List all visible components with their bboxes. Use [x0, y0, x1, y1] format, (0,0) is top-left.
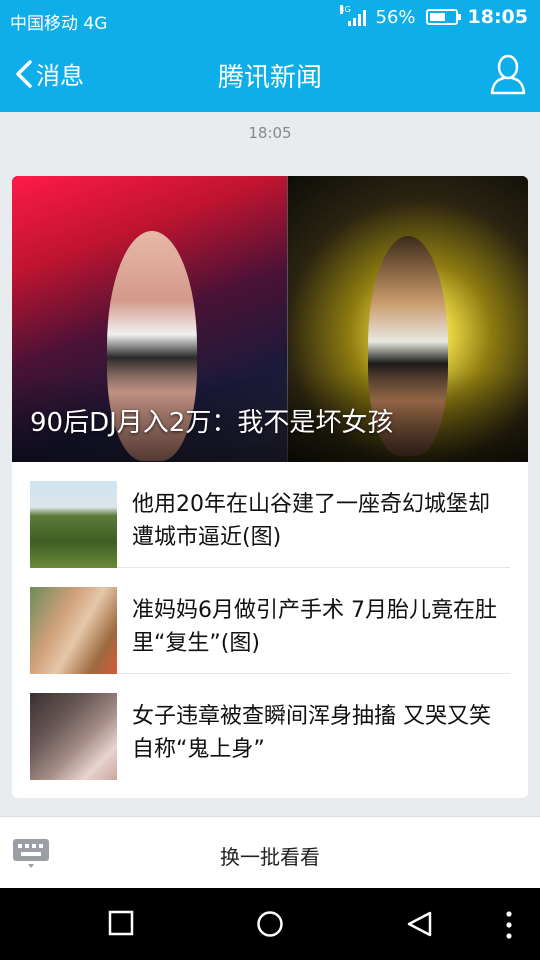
hero-article[interactable]: 90后DJ月入2万：我不是坏女孩	[12, 176, 528, 462]
battery-percent: 56%	[375, 6, 416, 28]
list-item-title: 准妈妈6月做引产手术 7月胎儿竟在肚里“复生”(图)	[132, 598, 497, 656]
list-item[interactable]: 他用20年在山谷建了一座奇幻城堡却遭城市逼近(图)	[30, 462, 510, 568]
page-title: 腾讯新闻	[217, 63, 322, 93]
list-item-title: 他用20年在山谷建了一座奇幻城堡却遭城市逼近(图)	[132, 492, 490, 550]
top-nav-bar: 消息 腾讯新闻	[0, 38, 540, 112]
news-card: 90后DJ月入2万：我不是坏女孩 他用20年在山谷建了一座奇幻城堡却遭城市逼近(…	[12, 176, 528, 798]
battery-icon	[425, 9, 461, 25]
signal-icon: 4G	[339, 5, 366, 26]
thumbnail-image	[30, 587, 117, 674]
hero-headline: 90后DJ月入2万：我不是坏女孩	[30, 408, 394, 438]
message-timestamp: 18:05	[248, 124, 292, 142]
clock: 18:05	[467, 6, 528, 28]
square-icon[interactable]	[108, 910, 134, 936]
network-badge: 4G	[339, 5, 351, 14]
system-nav-bar	[0, 888, 540, 960]
thumbnail-image	[30, 481, 117, 568]
carrier-label: 中国移动 4G	[10, 14, 108, 34]
status-icons: 4G 56% 18:05	[339, 5, 528, 28]
list-item[interactable]: 女子违章被查瞬间浑身抽搐 又哭又笑自称“鬼上身”	[30, 674, 510, 780]
user-icon	[490, 54, 526, 95]
bottom-bar: 换一批看看	[0, 816, 540, 888]
more-dots-icon[interactable]	[504, 910, 514, 940]
status-bar: 中国移动 4G 4G 56% 18:05	[0, 0, 540, 38]
profile-button[interactable]	[490, 53, 526, 99]
back-triangle-icon[interactable]	[406, 910, 434, 938]
refresh-more-button[interactable]: 换一批看看	[0, 841, 540, 870]
list-item-title: 女子违章被查瞬间浑身抽搐 又哭又笑自称“鬼上身”	[132, 704, 491, 762]
list-item[interactable]: 准妈妈6月做引产手术 7月胎儿竟在肚里“复生”(图)	[30, 568, 510, 674]
news-list: 他用20年在山谷建了一座奇幻城堡却遭城市逼近(图) 准妈妈6月做引产手术 7月胎…	[12, 462, 528, 780]
thumbnail-image	[30, 693, 117, 780]
circle-icon[interactable]	[256, 910, 284, 938]
